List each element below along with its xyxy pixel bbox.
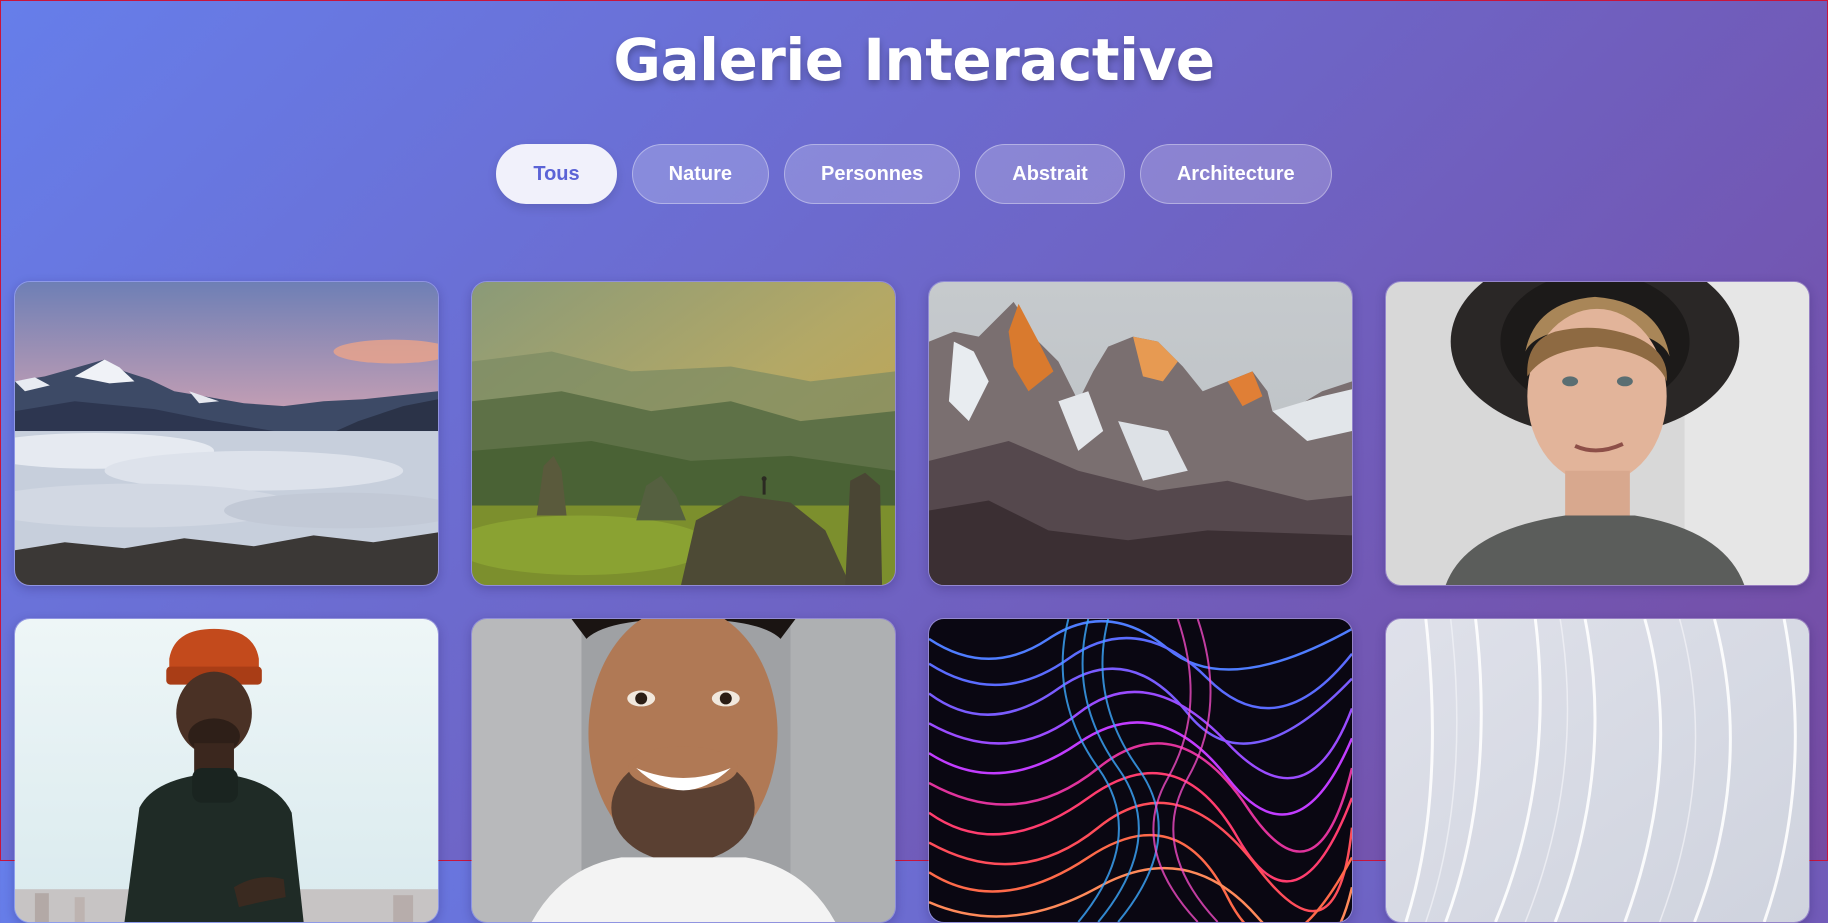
gallery-item[interactable] bbox=[1385, 281, 1810, 586]
filter-abstract-button[interactable]: Abstrait bbox=[975, 144, 1125, 204]
mountain-clouds-image bbox=[15, 282, 438, 585]
gallery-grid bbox=[14, 281, 1810, 923]
neon-waves-image bbox=[929, 619, 1352, 922]
portrait-hat-image bbox=[1386, 282, 1809, 585]
filter-people-button[interactable]: Personnes bbox=[784, 144, 961, 204]
gallery-item[interactable] bbox=[471, 281, 896, 586]
filter-architecture-button[interactable]: Architecture bbox=[1139, 144, 1332, 204]
filter-bar: Tous Nature Personnes Abstrait Architect… bbox=[0, 144, 1828, 204]
gallery-item[interactable] bbox=[14, 618, 439, 923]
portrait-beanie-image bbox=[15, 619, 438, 922]
gallery-item[interactable] bbox=[928, 618, 1353, 923]
page-title: Galerie Interactive bbox=[613, 26, 1215, 94]
gallery-item[interactable] bbox=[14, 281, 439, 586]
filter-nature-button[interactable]: Nature bbox=[631, 144, 769, 204]
gallery-item[interactable] bbox=[471, 618, 896, 923]
filter-all-button[interactable]: Tous bbox=[496, 144, 617, 204]
white-waves-image bbox=[1386, 619, 1809, 922]
gallery-item[interactable] bbox=[1385, 618, 1810, 923]
portrait-smile-image bbox=[472, 619, 895, 922]
snowy-peaks-image bbox=[929, 282, 1352, 585]
valley-hiker-image bbox=[472, 282, 895, 585]
gallery-item[interactable] bbox=[928, 281, 1353, 586]
